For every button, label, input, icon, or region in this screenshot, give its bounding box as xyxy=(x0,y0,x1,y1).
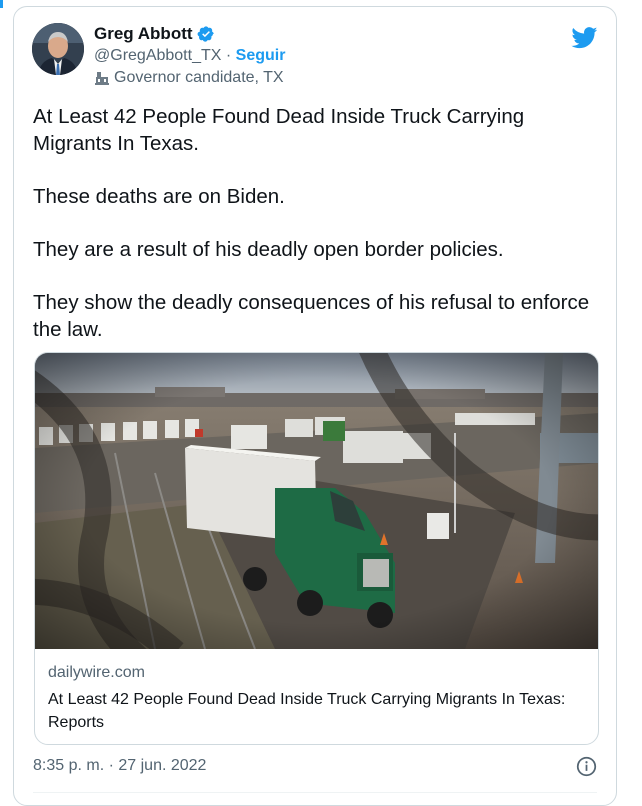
author-avatar[interactable] xyxy=(32,23,84,75)
account-label: Governor candidate, TX xyxy=(114,69,284,86)
info-icon[interactable] xyxy=(576,756,597,777)
verified-badge-icon xyxy=(197,26,214,42)
tweet-paragraph: They show the deadly consequences of his… xyxy=(33,291,590,341)
tweet-paragraph: These deaths are on Biden. xyxy=(33,185,285,208)
corner-mark xyxy=(0,0,3,8)
twitter-bird-icon[interactable] xyxy=(571,27,598,49)
tweet-timestamp[interactable]: 8:35 p. m. · 27 jun. 2022 xyxy=(33,757,206,775)
tweet-card: Greg Abbott @GregAbbott_TX · Seguir Gove… xyxy=(13,6,617,806)
author-name-row: Greg Abbott xyxy=(94,23,215,45)
account-label-row: Governor candidate, TX xyxy=(94,69,284,87)
avatar-image xyxy=(32,23,84,75)
footer-divider xyxy=(33,792,597,793)
government-building-icon xyxy=(95,72,109,85)
tweet-text: At Least 42 People Found Dead Inside Tru… xyxy=(33,103,599,343)
tweet-paragraph: At Least 42 People Found Dead Inside Tru… xyxy=(33,105,525,155)
link-title[interactable]: At Least 42 People Found Dead Inside Tru… xyxy=(48,688,588,734)
link-domain: dailywire.com xyxy=(48,664,145,681)
tweet-paragraph: They are a result of his deadly open bor… xyxy=(33,238,504,261)
link-preview-image xyxy=(35,353,598,649)
handle-separator: · xyxy=(221,47,236,64)
link-preview-meta: dailywire.com At Least 42 People Found D… xyxy=(48,662,588,734)
link-preview-card[interactable]: dailywire.com At Least 42 People Found D… xyxy=(34,352,599,745)
author-handle[interactable]: @GregAbbott_TX xyxy=(94,47,221,64)
follow-button[interactable]: Seguir xyxy=(236,47,286,64)
author-handle-row: @GregAbbott_TX · Seguir xyxy=(94,47,285,65)
author-name[interactable]: Greg Abbott xyxy=(94,24,193,44)
